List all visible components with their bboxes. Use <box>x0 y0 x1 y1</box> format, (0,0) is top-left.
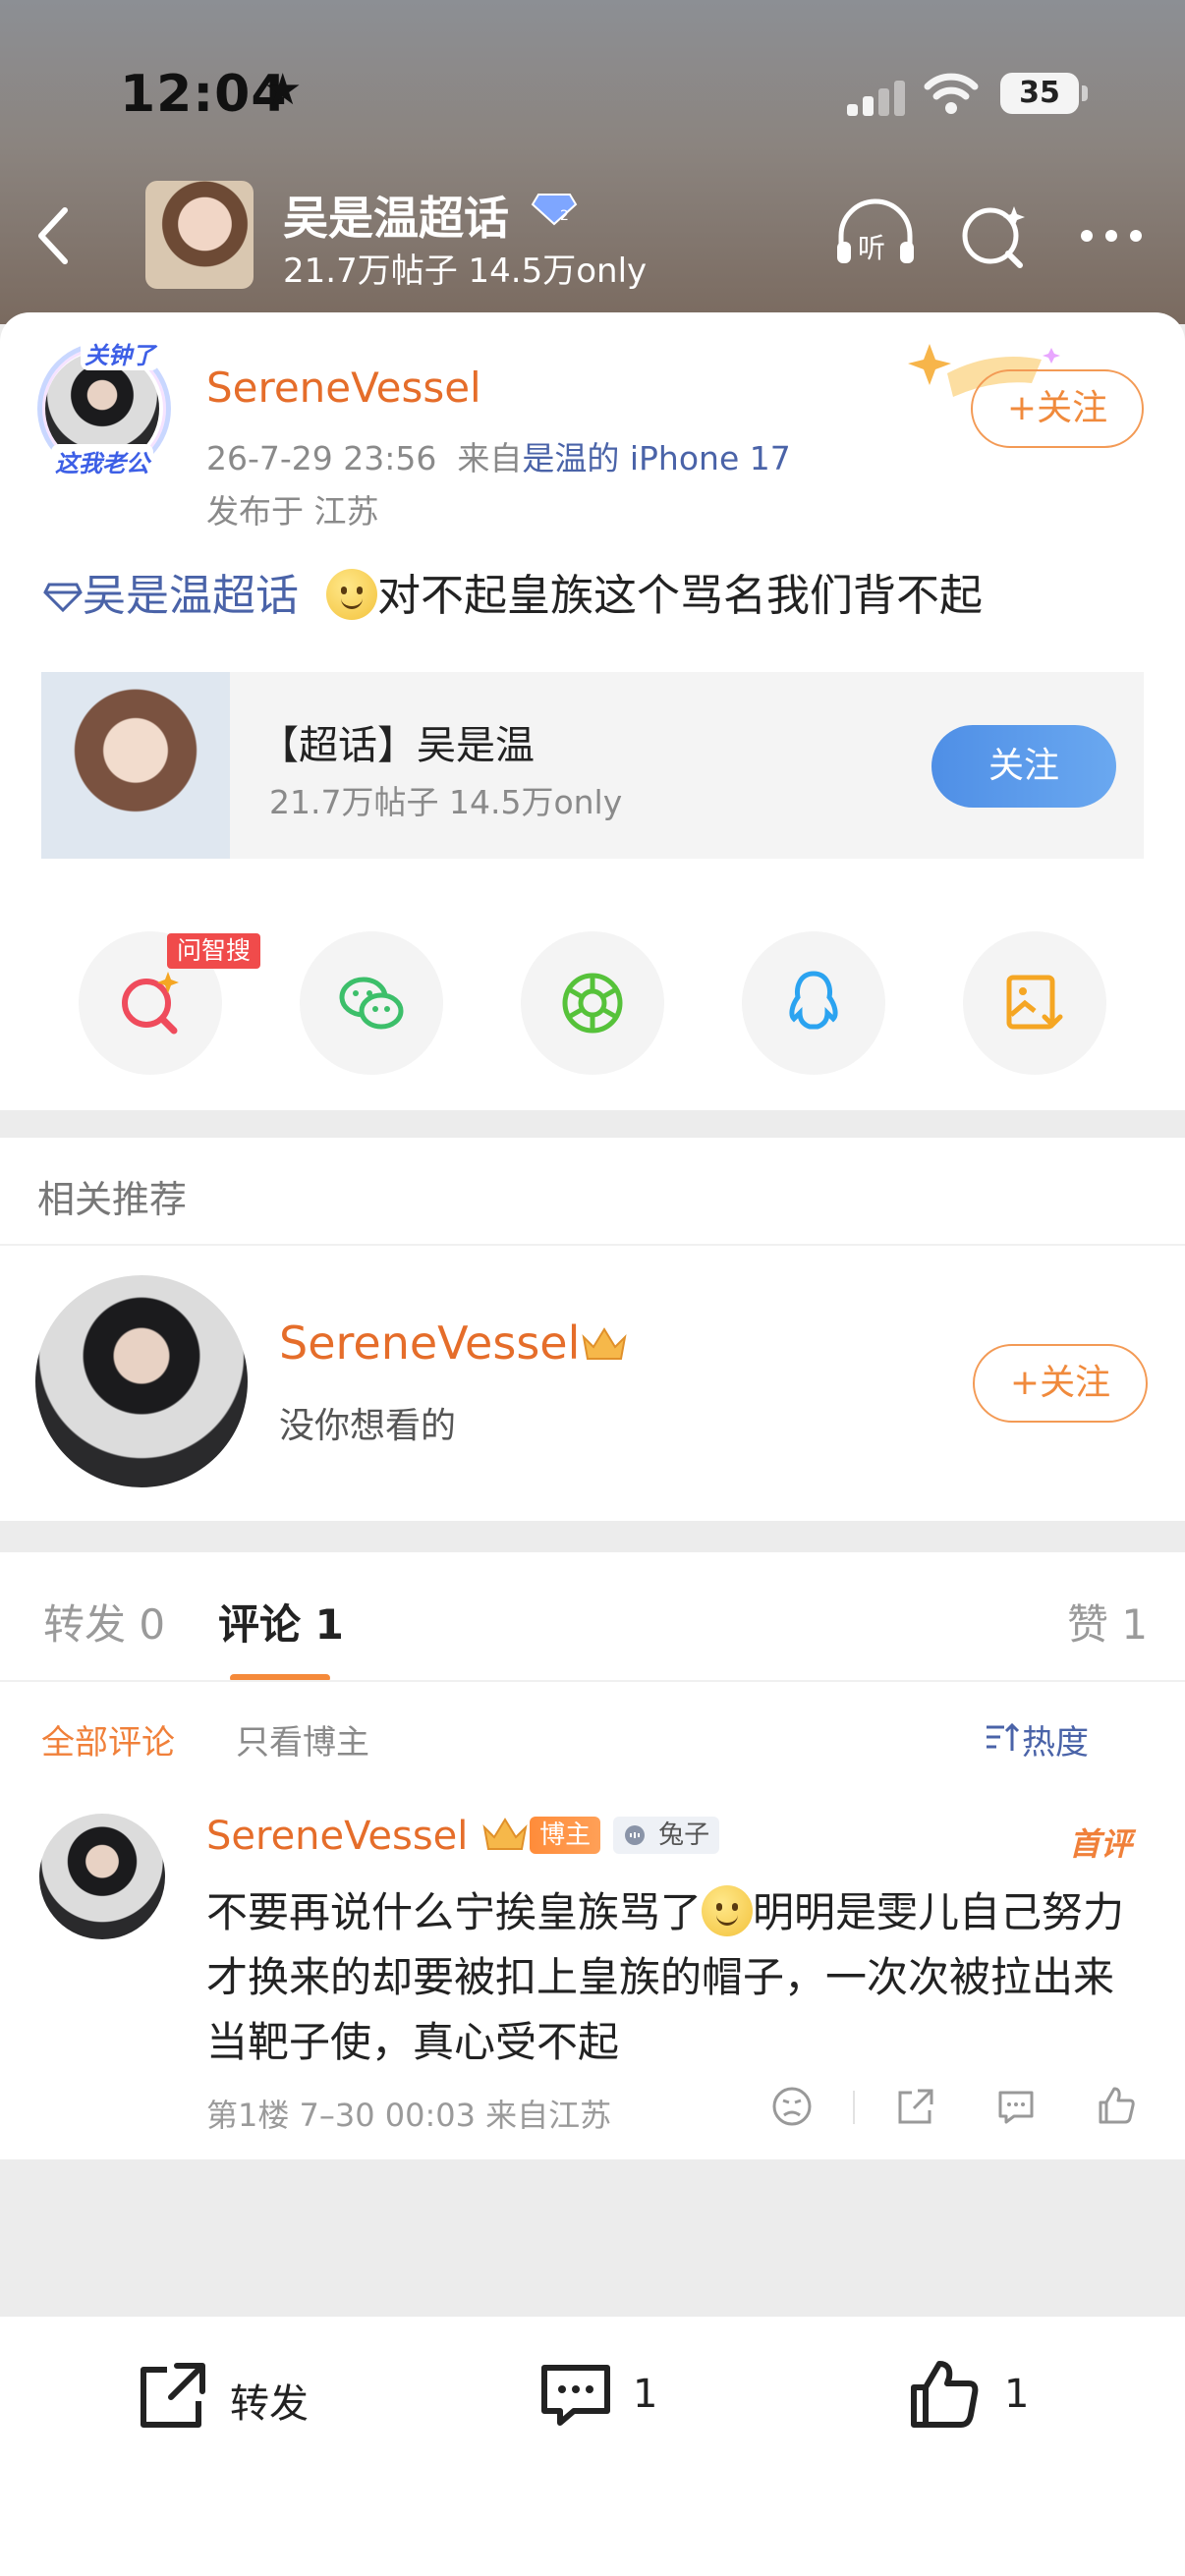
post-author-avatar[interactable]: 关钟了 这我老公 <box>37 336 171 478</box>
crown-icon <box>582 1327 627 1360</box>
filter-all-comments[interactable]: 全部评论 <box>41 1715 175 1764</box>
post-body: 对不起皇族这个骂名我们背不起 <box>376 571 983 621</box>
moments-icon <box>562 973 623 1034</box>
svg-text:听: 听 <box>858 232 885 264</box>
sort-icon[interactable] <box>983 1717 1022 1757</box>
sort-hot[interactable]: 热度 <box>1022 1715 1089 1764</box>
star-icon: ★ <box>263 65 303 115</box>
smile-emoji-icon <box>702 1885 754 1936</box>
like-icon[interactable] <box>1093 2083 1140 2130</box>
tab-repost[interactable]: 转发 0 <box>43 1592 165 1652</box>
back-arrow-icon[interactable] <box>28 196 77 275</box>
comment-avatar[interactable] <box>39 1814 165 1939</box>
listen-icon[interactable]: 听 <box>831 196 920 275</box>
recommend-user[interactable]: SereneVessel <box>279 1316 629 1370</box>
post-author-name[interactable]: SereneVessel <box>206 364 481 412</box>
reply-icon[interactable] <box>992 2083 1040 2130</box>
divider <box>853 2091 855 2124</box>
share-icon[interactable] <box>892 2083 939 2130</box>
share-moments-button[interactable] <box>521 931 664 1075</box>
supertopic-stats: 21.7万帖子 14.5万only <box>269 783 623 821</box>
avatar-frame-tag-top: 关钟了 <box>81 336 159 370</box>
status-time: 12:04 <box>120 65 288 124</box>
repost-label[interactable]: 转发 <box>230 2372 309 2429</box>
battery-indicator: 35 <box>1000 73 1088 114</box>
svg-text:2: 2 <box>560 208 569 224</box>
wifi-icon <box>924 73 979 114</box>
author-badge: 博主 <box>530 1817 601 1854</box>
page-title[interactable]: 吴是温超话 <box>283 183 509 248</box>
ai-search-icon[interactable] <box>949 196 1038 275</box>
filter-author-only[interactable]: 只看博主 <box>236 1715 369 1764</box>
status-bar: 12:04 ★ 35 <box>0 59 1185 128</box>
post-location: 发布于 江苏 <box>206 492 379 531</box>
comment-count[interactable]: 1 <box>633 2372 657 2417</box>
qq-penguin-icon <box>789 971 838 1030</box>
user-tag-label: 兔子 <box>658 1820 710 1850</box>
chat-bubble-icon <box>624 1825 645 1845</box>
dislike-face-icon[interactable] <box>768 2083 816 2130</box>
save-image-button[interactable] <box>963 931 1106 1075</box>
post-from-label: 来自 <box>457 439 523 477</box>
supertopic-avatar[interactable] <box>145 181 254 289</box>
divider <box>0 1680 1185 1682</box>
ask-search-badge: 问智搜 <box>167 933 261 969</box>
crown-icon <box>482 1818 528 1850</box>
wechat-icon <box>339 977 404 1030</box>
supertopic-diamond-icon <box>43 583 83 613</box>
tab-comment[interactable]: 评论 1 <box>218 1592 344 1652</box>
avatar-frame-tag-bottom: 这我老公 <box>51 444 153 478</box>
post-device[interactable]: 是温的 iPhone 17 <box>522 439 790 477</box>
share-qq-button[interactable] <box>742 931 885 1075</box>
first-comment-badge: 首评 <box>1069 1825 1133 1863</box>
cellular-signal-icon <box>847 81 906 116</box>
post-time: 26-7-29 23:56 <box>206 439 437 477</box>
comment-username[interactable]: SereneVessel <box>206 1814 468 1859</box>
recommend-follow-button[interactable]: +关注 <box>973 1344 1148 1423</box>
repost-icon[interactable] <box>134 2356 212 2435</box>
recommend-avatar[interactable] <box>35 1275 248 1487</box>
post-text: 吴是温超话 对不起皇族这个骂名我们背不起 <box>43 560 983 623</box>
comment-icon[interactable] <box>536 2356 615 2435</box>
diamond-badge-icon: 2 <box>531 194 578 226</box>
battery-level: 35 <box>1019 76 1060 110</box>
like-count[interactable]: 1 <box>1004 2372 1029 2417</box>
share-wechat-button[interactable] <box>300 931 443 1075</box>
recommend-desc: 没你想看的 <box>279 1406 457 1446</box>
comment-meta: 第1楼 7–30 00:03 来自江苏 <box>206 2097 612 2134</box>
smile-emoji-icon <box>325 569 377 620</box>
page-subtitle: 21.7万帖子 14.5万only <box>283 252 648 291</box>
post-follow-button[interactable]: +关注 <box>971 369 1144 448</box>
comment-text: 不要再说什么宁挨皇族骂了 明明是雯儿自己努力才换来的却要被扣上皇族的帽子，一次次被… <box>206 1880 1150 2075</box>
like-icon[interactable] <box>906 2356 985 2435</box>
save-image-icon <box>1006 975 1063 1030</box>
comment-text-part1: 不要再说什么宁挨皇族骂了 <box>206 1888 703 1936</box>
comment-user-row: SereneVessel 博主 兔子 <box>206 1814 720 1859</box>
post-topic-link[interactable]: 吴是温超话 <box>83 571 299 621</box>
more-icon[interactable] <box>1067 196 1156 275</box>
supertopic-name: 【超话】吴是温 <box>259 723 535 768</box>
post-meta: 26-7-29 23:56 来自是温的 iPhone 17 <box>206 432 791 479</box>
divider <box>0 1244 1185 1246</box>
supertopic-card[interactable]: 【超话】吴是温 21.7万帖子 14.5万only 关注 <box>41 672 1144 859</box>
user-tag-badge: 兔子 <box>612 1817 720 1854</box>
supertopic-thumbnail <box>41 672 230 859</box>
recommend-heading: 相关推荐 <box>37 1178 188 1221</box>
supertopic-follow-button[interactable]: 关注 <box>931 725 1116 808</box>
tab-like[interactable]: 赞 1 <box>1067 1592 1148 1652</box>
recommend-username: SereneVessel <box>279 1316 581 1370</box>
ai-search-icon <box>122 972 179 1035</box>
